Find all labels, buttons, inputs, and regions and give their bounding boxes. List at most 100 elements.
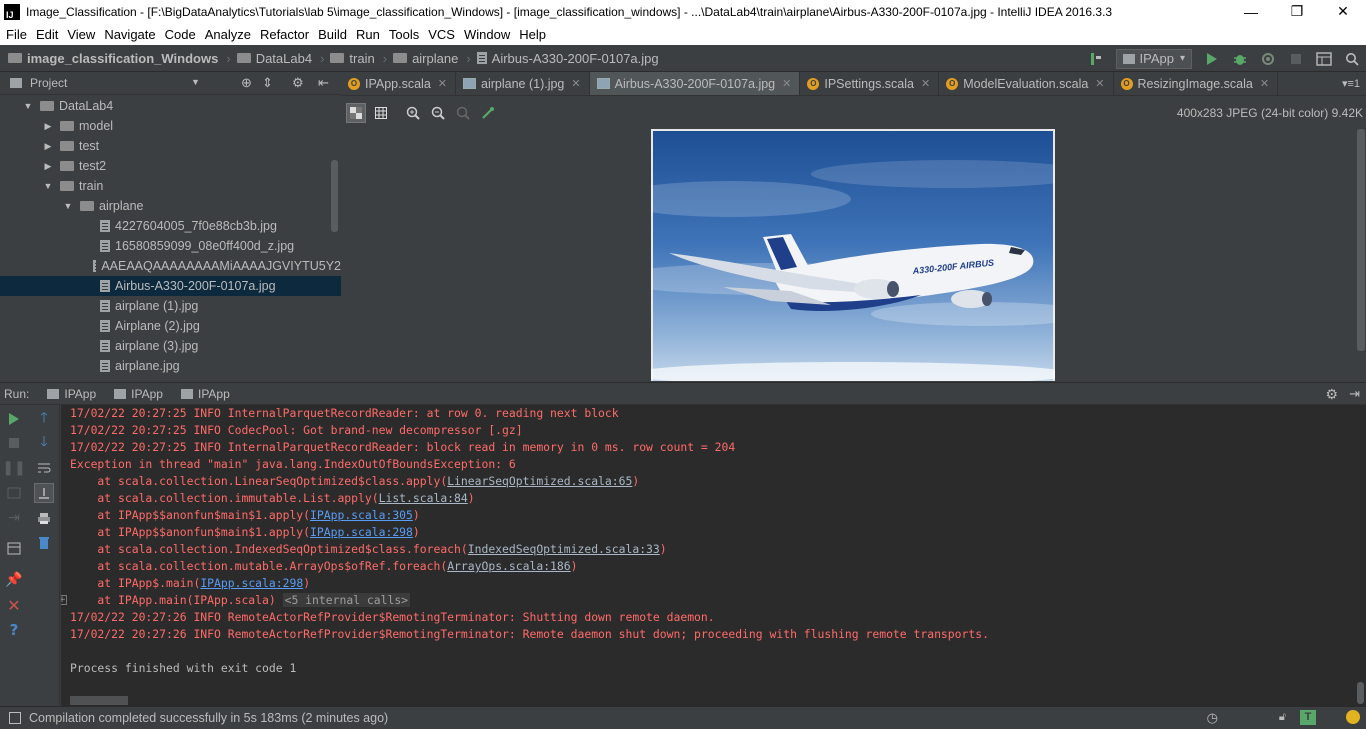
breadcrumb-item[interactable]: image_classification_Windows [8, 51, 218, 66]
tree-folder-item[interactable]: ▶ test [0, 136, 341, 156]
collapse-all-icon[interactable]: ⇕ [262, 75, 273, 91]
tree-file-item[interactable]: Airplane (2).jpg [0, 316, 341, 336]
source-link[interactable]: IndexedSeqOptimized.scala:33 [468, 542, 660, 556]
close-tab-icon[interactable]: ✕ [921, 77, 930, 90]
breadcrumb-item[interactable]: airplane [393, 51, 458, 66]
close-icon[interactable]: ✕ [4, 595, 24, 615]
run-tab[interactable]: IPApp [47, 387, 96, 401]
status-toggle-icon[interactable] [9, 712, 21, 724]
project-view-selector[interactable]: Project [30, 76, 67, 90]
coverage-icon[interactable] [1259, 50, 1277, 68]
exit-icon[interactable]: ⇥ [4, 508, 24, 528]
breadcrumb-item[interactable]: DataLab4 [236, 51, 312, 66]
scroll-to-end-icon[interactable] [34, 483, 54, 503]
editor-tab[interactable]: O IPSettings.scala ✕ [800, 72, 940, 95]
tree-file-item[interactable]: 4227604005_7f0e88cb3b.jpg [0, 216, 341, 236]
expand-arrow-icon[interactable]: ▼ [62, 201, 74, 211]
close-tab-icon[interactable]: ✕ [1095, 77, 1104, 90]
layout-icon[interactable] [4, 538, 24, 558]
expand-arrow-icon[interactable]: ▼ [22, 101, 34, 111]
soft-wrap-icon[interactable] [34, 458, 54, 478]
source-link[interactable]: IPApp.scala:298 [310, 525, 413, 539]
scroll-down-icon[interactable]: 🡓 [34, 433, 54, 453]
menu-analyze[interactable]: Analyze [201, 27, 255, 42]
dump-threads-icon[interactable] [4, 483, 24, 503]
tree-file-item[interactable]: 16580859099_08e0ff400d_z.jpg [0, 236, 341, 256]
print-icon[interactable] [34, 508, 54, 528]
rerun-icon[interactable] [4, 409, 24, 429]
tree-folder-item[interactable]: ▶ test2 [0, 156, 341, 176]
tree-scrollbar[interactable] [331, 160, 338, 232]
menu-tools[interactable]: Tools [385, 27, 423, 42]
menu-code[interactable]: Code [161, 27, 200, 42]
editor-tab[interactable]: O IPApp.scala ✕ [341, 72, 456, 95]
project-structure-icon[interactable] [1315, 50, 1333, 68]
chessboard-background-icon[interactable] [346, 103, 366, 123]
editor-tab[interactable]: airplane (1).jpg ✕ [456, 72, 590, 95]
internal-calls-fold[interactable]: <5 internal calls> [282, 593, 411, 607]
expand-fold-icon[interactable]: + [61, 595, 67, 605]
tree-folder-item[interactable]: ▼ airplane [0, 196, 341, 216]
menu-file[interactable]: File [2, 27, 31, 42]
color-picker-icon[interactable] [478, 103, 498, 123]
notification-icon[interactable] [1346, 710, 1360, 724]
menu-refactor[interactable]: Refactor [256, 27, 313, 42]
menu-view[interactable]: View [63, 27, 99, 42]
menu-vcs[interactable]: VCS [424, 27, 459, 42]
grid-icon[interactable] [371, 103, 391, 123]
menu-help[interactable]: Help [515, 27, 550, 42]
source-link[interactable]: LinearSeqOptimized.scala:65 [447, 474, 632, 488]
collapse-arrow-icon[interactable]: ▶ [42, 161, 54, 172]
chevron-down-icon[interactable]: ▼ [191, 77, 200, 87]
clear-trash-icon[interactable] [34, 533, 54, 553]
search-icon[interactable] [1343, 50, 1361, 68]
tree-file-item[interactable]: Airbus-A330-200F-0107a.jpg [0, 276, 341, 296]
tree-file-item[interactable]: airplane.jpg [0, 356, 341, 376]
hide-panel-icon[interactable]: ⇤ [318, 75, 329, 91]
close-tab-icon[interactable]: ✕ [782, 77, 791, 90]
menu-navigate[interactable]: Navigate [100, 27, 159, 42]
collapse-arrow-icon[interactable]: ▶ [42, 121, 54, 132]
breadcrumb-item[interactable]: train [330, 51, 375, 66]
source-link[interactable]: IPApp.scala:298 [200, 576, 303, 590]
actual-size-icon[interactable] [453, 103, 473, 123]
expand-arrow-icon[interactable]: ▼ [42, 181, 54, 191]
build-hammer-icon[interactable] [1087, 50, 1105, 68]
event-log-icon[interactable]: ◷ [1207, 710, 1218, 726]
tree-file-item[interactable]: airplane (3).jpg [0, 336, 341, 356]
maximize-button[interactable]: ❐ [1274, 3, 1320, 20]
run-tab[interactable]: IPApp [180, 387, 230, 401]
tree-folder-item[interactable]: ▼ DataLab4 [0, 96, 341, 116]
zoom-out-icon[interactable] [428, 103, 448, 123]
tree-folder-item[interactable]: ▼ train [0, 176, 341, 196]
close-tab-icon[interactable]: ✕ [571, 77, 580, 90]
run-icon[interactable] [1203, 50, 1221, 68]
run-configuration-select[interactable]: IPApp ▾ [1115, 48, 1192, 69]
pause-icon[interactable]: ❚❚ [2, 458, 25, 478]
tab-overflow-menu-icon[interactable]: ▾≡1 [1342, 77, 1360, 90]
gear-icon[interactable]: ⚙ [1325, 386, 1338, 403]
scroll-up-icon[interactable]: 🡑 [34, 409, 54, 429]
console-output[interactable]: 17/02/22 20:27:25 INFO InternalParquetRe… [61, 405, 1366, 706]
menu-edit[interactable]: Edit [32, 27, 62, 42]
minimize-button[interactable]: — [1228, 4, 1274, 20]
debug-bug-icon[interactable] [1231, 50, 1249, 68]
gear-icon[interactable]: ⚙ [292, 75, 304, 91]
close-button[interactable]: ✕ [1320, 3, 1366, 20]
stop-icon[interactable] [1287, 50, 1305, 68]
status-indicator-t[interactable]: T [1300, 710, 1316, 725]
stop-icon[interactable] [4, 433, 24, 453]
menu-build[interactable]: Build [314, 27, 351, 42]
hide-panel-icon[interactable]: ⇥ [1349, 386, 1360, 402]
console-horizontal-scrollbar[interactable] [70, 696, 128, 705]
source-link[interactable]: IPApp.scala:305 [310, 508, 413, 522]
help-icon[interactable]: ? [4, 620, 24, 640]
menu-window[interactable]: Window [460, 27, 514, 42]
image-scrollbar[interactable] [1357, 129, 1365, 351]
collapse-arrow-icon[interactable]: ▶ [42, 141, 54, 152]
breadcrumb-item[interactable]: Airbus-A330-200F-0107a.jpg [476, 51, 659, 66]
pin-icon[interactable]: 📌 [4, 570, 24, 590]
zoom-in-icon[interactable] [403, 103, 423, 123]
tree-file-item[interactable]: airplane (1).jpg [0, 296, 341, 316]
tree-folder-item[interactable]: ▶ model [0, 116, 341, 136]
